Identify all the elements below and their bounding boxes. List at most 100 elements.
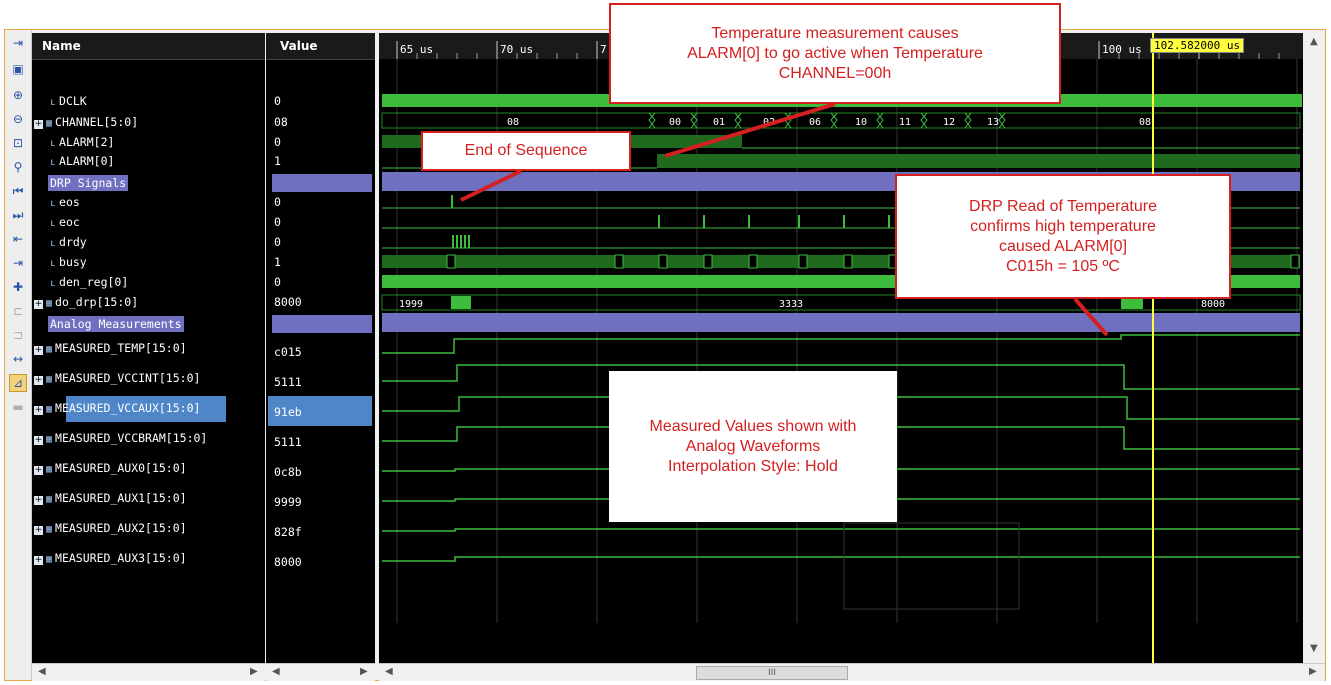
scroll-right-icon[interactable]: ▶	[360, 666, 368, 677]
signal-name: ALARM[0]	[59, 154, 115, 168]
zoom-in-icon[interactable]: ⊕	[9, 86, 27, 104]
next-marker-icon[interactable]: ⊐	[9, 326, 27, 344]
expand-icon[interactable]: ⇥	[9, 34, 27, 52]
expand-icon[interactable]: +	[34, 300, 43, 309]
expand-icon[interactable]: +	[34, 346, 43, 355]
expand-icon[interactable]: +	[34, 526, 43, 535]
swap-cursors-icon[interactable]: ↔	[9, 350, 27, 368]
bus-signal-icon: ▦	[46, 298, 53, 309]
floating-ruler-icon[interactable]: ▬	[9, 398, 27, 416]
go-to-start-icon[interactable]: ⏮	[9, 182, 27, 200]
logic-signal-icon: ʟ	[50, 218, 57, 229]
logic-signal-icon: ʟ	[50, 258, 57, 269]
previous-marker-icon[interactable]: ⊏	[9, 302, 27, 320]
save-icon[interactable]: ▣	[9, 60, 27, 78]
signal-row[interactable]: ʟ eos	[50, 195, 80, 209]
signal-value: 0	[274, 135, 281, 149]
signal-row[interactable]: + ▦ MEASURED_VCCINT[15:0]	[34, 371, 200, 385]
scroll-thumb[interactable]: III	[696, 666, 848, 680]
signal-value: 9999	[274, 495, 302, 509]
channel-value: 11	[899, 117, 911, 128]
measured-values-callout: Measured Values shown with Analog Wavefo…	[609, 371, 897, 522]
scroll-right-icon[interactable]: ▶	[250, 666, 258, 677]
signal-value: 0	[274, 235, 281, 249]
signal-row[interactable]: + ▦ MEASURED_AUX3[15:0]	[34, 551, 187, 565]
signal-name-pane: Name ʟ DCLK + ▦ CHANNEL[5:0] ʟ ALARM[2] ʟ ALARM[…	[32, 33, 265, 663]
do-drp-value: 3333	[779, 299, 803, 310]
scroll-down-icon[interactable]: ▼	[1310, 643, 1318, 654]
signal-name: den_reg[0]	[59, 275, 129, 289]
channel-value: 06	[809, 117, 821, 128]
wave-horizontal-scrollbar[interactable]: ◀ III ▶	[379, 663, 1325, 681]
expand-icon[interactable]: +	[34, 436, 43, 445]
name-column-header[interactable]: Name	[32, 33, 265, 60]
signal-row[interactable]: + ▦ CHANNEL[5:0]	[34, 115, 138, 129]
signal-row[interactable]: ʟ eoc	[50, 215, 80, 229]
bus-transition	[734, 112, 742, 129]
signal-row[interactable]: + ▦ MEASURED_AUX1[15:0]	[34, 491, 187, 505]
zoom-out-icon[interactable]: ⊖	[9, 110, 27, 128]
waveform-canvas[interactable]: 65 us70 us7100 us105 us08000102061011121…	[379, 33, 1303, 663]
signal-row[interactable]: + ▦ MEASURED_TEMP[15:0]	[34, 341, 187, 355]
signal-row[interactable]: ʟ den_reg[0]	[50, 275, 128, 289]
go-to-end-icon[interactable]: ⏭	[9, 206, 27, 224]
expand-icon[interactable]: +	[34, 556, 43, 565]
bus-transition	[830, 112, 838, 129]
value-header-label: Value	[280, 39, 318, 53]
signal-row[interactable]: ʟ ALARM[2]	[50, 135, 114, 149]
signal-row[interactable]: ʟ busy	[50, 255, 87, 269]
signal-group-11[interactable]: Analog Measurements	[48, 316, 184, 332]
name-horizontal-scrollbar[interactable]: ◀ ▶	[32, 663, 265, 681]
signal-name: MEASURED_VCCAUX[15:0]	[55, 401, 201, 415]
scroll-left-icon[interactable]: ◀	[38, 666, 46, 677]
bus-signal-icon: ▦	[46, 374, 53, 385]
expand-icon[interactable]: +	[34, 120, 43, 129]
signal-row[interactable]: + ▦ MEASURED_VCCBRAM[15:0]	[34, 431, 207, 445]
signal-group-4[interactable]: DRP Signals	[48, 175, 129, 191]
signal-row[interactable]: ʟ drdy	[50, 235, 87, 249]
scroll-up-icon[interactable]: ▲	[1310, 36, 1318, 47]
channel-value: 08	[1139, 117, 1151, 128]
waveform-pane[interactable]: 65 us70 us7100 us105 us08000102061011121…	[379, 33, 1303, 663]
signal-row[interactable]: + ▦ MEASURED_AUX2[15:0]	[34, 521, 187, 535]
add-marker-icon[interactable]: ✚	[9, 278, 27, 296]
go-to-cursor-icon[interactable]: ⚲	[9, 158, 27, 176]
expand-icon[interactable]: +	[34, 406, 43, 415]
signal-row[interactable]: ʟ ALARM[0]	[50, 154, 114, 168]
logic-signal-icon: ʟ	[50, 198, 57, 209]
zoom-fit-icon[interactable]: ⊡	[9, 134, 27, 152]
signal-value: 5111	[274, 435, 302, 449]
signal-name: ALARM[2]	[59, 135, 115, 149]
signal-value: 91eb	[274, 405, 302, 419]
expand-icon[interactable]: +	[34, 496, 43, 505]
signal-row[interactable]: + ▦ MEASURED_AUX0[15:0]	[34, 461, 187, 475]
busy-gap	[614, 254, 624, 269]
scroll-right-icon[interactable]: ▶	[1309, 666, 1317, 677]
signal-name: DCLK	[59, 94, 87, 108]
snap-to-transition-icon[interactable]: ⊿	[9, 374, 27, 392]
signal-row[interactable]: + ▦ MEASURED_VCCAUX[15:0]	[34, 401, 200, 415]
alarm0-high	[657, 154, 1300, 168]
signal-value: 08	[274, 115, 288, 129]
signal-row[interactable]: ʟ DCLK	[50, 94, 87, 108]
analog-waveform	[382, 556, 1300, 562]
channel-value: 01	[713, 117, 725, 128]
busy-gap	[798, 254, 808, 269]
analog-waveform	[382, 528, 1300, 532]
signal-row[interactable]: + ▦ do_drp[15:0]	[34, 295, 138, 309]
channel-value: 12	[943, 117, 955, 128]
value-horizontal-scrollbar[interactable]: ◀ ▶	[266, 663, 375, 681]
value-column-header[interactable]: Value	[266, 33, 375, 60]
expand-icon[interactable]: +	[34, 466, 43, 475]
bus-signal-icon: ▦	[46, 494, 53, 505]
expand-icon[interactable]: +	[34, 376, 43, 385]
previous-transition-icon[interactable]: ⇤	[9, 230, 27, 248]
scroll-left-icon[interactable]: ◀	[385, 666, 393, 677]
signal-name: drdy	[59, 235, 87, 249]
scroll-left-icon[interactable]: ◀	[272, 666, 280, 677]
next-transition-icon[interactable]: ⇥	[9, 254, 27, 272]
drp-read-callout: DRP Read of Temperature confirms high te…	[895, 174, 1231, 299]
vertical-scrollbar[interactable]: ▲ ▼	[1305, 33, 1325, 680]
cursor-time-label[interactable]: 102.582000 us	[1150, 38, 1245, 53]
signal-name: MEASURED_TEMP[15:0]	[55, 341, 187, 355]
